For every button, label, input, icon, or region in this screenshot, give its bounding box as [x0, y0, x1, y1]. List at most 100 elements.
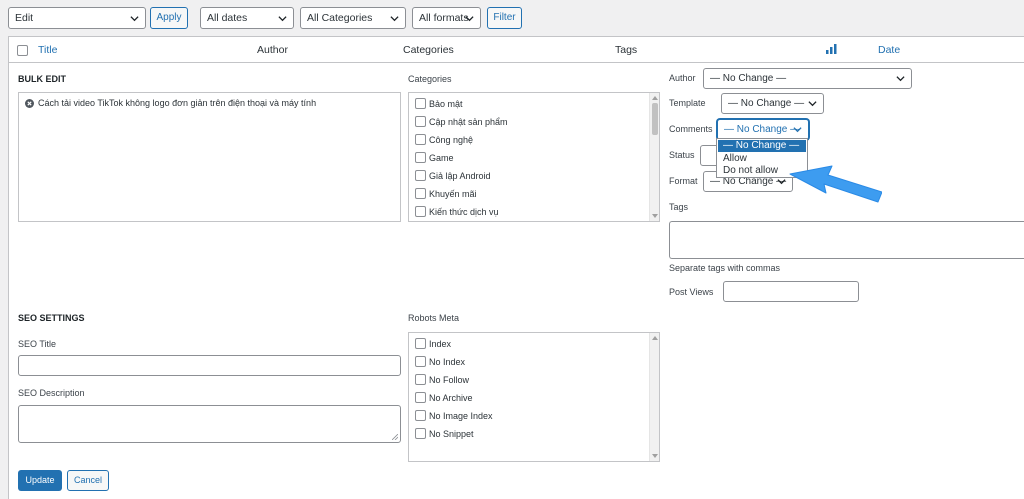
column-tags: Tags	[615, 44, 638, 56]
table-header: Title Author Categories Tags Date	[9, 37, 1024, 63]
robots-checkbox[interactable]	[415, 428, 426, 440]
categories-scrollbar[interactable]	[649, 93, 659, 221]
category-item[interactable]: Công nghệ	[415, 134, 473, 147]
post-views-input[interactable]	[723, 281, 859, 302]
bulk-post-title: Cách tải video TikTok không logo đơn giả…	[38, 98, 317, 108]
status-label: Status	[669, 150, 695, 160]
robots-item-label: No Snippet	[429, 429, 474, 439]
robots-checkbox[interactable]	[415, 374, 426, 386]
robots-checkbox[interactable]	[415, 410, 426, 422]
category-item[interactable]: Khuyến mãi	[415, 188, 477, 201]
author-value: — No Change —	[710, 73, 787, 84]
template-value: — No Change —	[728, 98, 805, 109]
robots-checkbox[interactable]	[415, 338, 426, 350]
tags-hint: Separate tags with commas	[669, 263, 781, 273]
category-checkbox[interactable]	[415, 116, 426, 128]
category-label: Giả lập Android	[429, 171, 491, 181]
category-checkbox[interactable]	[415, 206, 426, 218]
category-item[interactable]: Giả lập Android	[415, 170, 491, 183]
comments-select[interactable]: — No Change —	[717, 119, 809, 140]
robots-item[interactable]: No Image Index	[415, 410, 493, 423]
category-label: Bảo mật	[429, 99, 463, 109]
robots-item-label: No Index	[429, 357, 466, 367]
robots-item[interactable]: No Snippet	[415, 428, 474, 441]
resize-handle-icon[interactable]	[392, 434, 398, 440]
remove-icon[interactable]	[25, 99, 34, 108]
category-checkbox[interactable]	[415, 98, 426, 110]
scrollbar-thumb[interactable]	[652, 103, 658, 135]
category-checkbox[interactable]	[415, 134, 426, 146]
update-button[interactable]: Update	[18, 470, 62, 491]
chevron-down-icon	[777, 179, 786, 185]
comments-label: Comments	[669, 124, 713, 134]
category-label: Khuyến mãi	[429, 189, 477, 199]
category-checkbox[interactable]	[415, 170, 426, 182]
chevron-down-icon	[793, 127, 802, 133]
chevron-down-icon	[465, 16, 474, 22]
robots-item[interactable]: No Archive	[415, 392, 473, 405]
author-label: Author	[669, 73, 696, 83]
column-author: Author	[257, 44, 288, 56]
robots-item-label: No Archive	[429, 393, 473, 403]
robots-meta-checklist[interactable]: Index No Index No Follow No Archive No I…	[408, 332, 660, 462]
dates-filter-value: All dates	[207, 12, 248, 24]
scroll-up-icon[interactable]	[652, 335, 658, 340]
category-item[interactable]: Kiến thức dịch vụ	[415, 206, 499, 219]
comments-option-no-change[interactable]: — No Change —	[718, 140, 806, 152]
formats-filter-value: All formats	[419, 12, 469, 24]
tags-textarea[interactable]	[669, 221, 1024, 259]
chevron-down-icon	[896, 76, 905, 82]
author-select[interactable]: — No Change —	[703, 68, 912, 89]
category-item[interactable]: Cập nhật sản phẩm	[415, 116, 508, 129]
category-checkbox[interactable]	[415, 152, 426, 164]
post-views-label: Post Views	[669, 287, 714, 297]
chevron-down-icon	[808, 101, 817, 107]
category-checkbox[interactable]	[415, 188, 426, 200]
category-item[interactable]: Bảo mật	[415, 98, 463, 111]
categories-label: Categories	[408, 74, 452, 84]
bulk-titles-box: Cách tải video TikTok không logo đơn giả…	[18, 92, 401, 222]
cancel-button[interactable]: Cancel	[67, 470, 109, 491]
chevron-down-icon	[390, 16, 399, 22]
bulk-action-value: Edit	[15, 12, 34, 24]
robots-item[interactable]: Index	[415, 338, 452, 351]
robots-item[interactable]: No Index	[415, 356, 466, 369]
category-item[interactable]: Game	[415, 152, 454, 165]
column-categories: Categories	[403, 44, 454, 56]
robots-item-label: Index	[429, 339, 452, 349]
dates-filter-select[interactable]: All dates	[200, 7, 294, 29]
robots-checkbox[interactable]	[415, 356, 426, 368]
scroll-up-icon[interactable]	[652, 95, 658, 100]
format-label: Format	[669, 176, 698, 186]
filter-button[interactable]: Filter	[487, 7, 522, 29]
select-all-checkbox[interactable]	[17, 45, 28, 56]
seo-title-label: SEO Title	[18, 339, 57, 349]
robots-item[interactable]: No Follow	[415, 374, 469, 387]
column-date[interactable]: Date	[878, 44, 900, 56]
post-views-icon[interactable]	[826, 44, 837, 54]
categories-checklist[interactable]: Bảo mật Cập nhật sản phẩm Công nghệ Game…	[408, 92, 660, 222]
category-label: Game	[429, 153, 454, 163]
category-label: Cập nhật sản phẩm	[429, 117, 508, 127]
bulk-action-select[interactable]: Edit	[8, 7, 146, 29]
tags-label: Tags	[669, 202, 689, 212]
robots-meta-label: Robots Meta	[408, 313, 460, 323]
formats-filter-select[interactable]: All formats	[412, 7, 481, 29]
chevron-down-icon	[130, 16, 139, 22]
robots-scrollbar[interactable]	[649, 333, 659, 461]
seo-description-label: SEO Description	[18, 388, 85, 398]
seo-description-textarea[interactable]	[18, 405, 401, 443]
categories-filter-select[interactable]: All Categories	[300, 7, 406, 29]
seo-title-input[interactable]	[18, 355, 401, 376]
apply-button[interactable]: Apply	[150, 7, 188, 29]
template-label: Template	[669, 98, 706, 108]
categories-filter-value: All Categories	[307, 12, 373, 24]
template-select[interactable]: — No Change —	[721, 93, 824, 114]
bulk-edit-heading: BULK EDIT	[18, 74, 66, 84]
scroll-down-icon[interactable]	[652, 454, 658, 459]
chevron-down-icon	[278, 16, 287, 22]
robots-checkbox[interactable]	[415, 392, 426, 404]
column-title[interactable]: Title	[38, 44, 57, 56]
scroll-down-icon[interactable]	[652, 214, 658, 219]
posts-table: Title Author Categories Tags Date BULK E…	[8, 36, 1024, 499]
